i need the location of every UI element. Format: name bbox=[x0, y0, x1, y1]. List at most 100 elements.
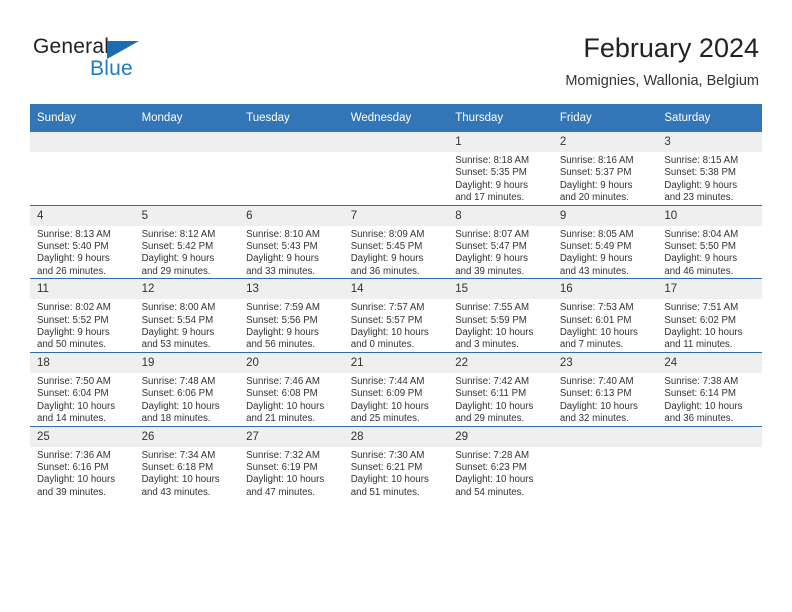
calendar-day-cell[interactable]: 15 Sunrise: 7:55 AM Sunset: 5:59 PM Dayligh… bbox=[448, 278, 553, 353]
sunrise-text: Sunrise: 8:13 AM bbox=[37, 228, 111, 240]
day-number bbox=[134, 132, 240, 152]
daylight-text: and 21 minutes. bbox=[246, 413, 316, 425]
calendar-week-row: 1 Sunrise: 8:18 AM Sunset: 5:35 PM Daylight… bbox=[30, 132, 762, 206]
calendar-day-cell[interactable]: 7 Sunrise: 8:09 AM Sunset: 5:45 PM Daylight… bbox=[343, 204, 449, 279]
sunrise-text: Sunrise: 8:09 AM bbox=[350, 228, 425, 240]
sun-info: Sunrise: 8:09 AM Sunset: 5:45 PM Daylight:… bbox=[344, 226, 449, 279]
sun-info: Sunrise: 7:44 AM Sunset: 6:09 PM Daylight:… bbox=[344, 373, 449, 426]
sunset-text: Sunset: 6:18 PM bbox=[141, 461, 214, 473]
sun-info: Sunrise: 8:05 AM Sunset: 5:49 PM Daylight:… bbox=[553, 226, 658, 279]
calendar-day-cell[interactable]: 16 Sunrise: 7:53 AM Sunset: 6:01 PM Dayligh… bbox=[552, 278, 658, 353]
sunrise-text: Sunrise: 8:05 AM bbox=[559, 228, 634, 240]
daylight-text: and 53 minutes. bbox=[141, 339, 211, 351]
weekday-header-tuesday: Tuesday bbox=[239, 104, 344, 132]
calendar-day-cell[interactable]: 8 Sunrise: 8:07 AM Sunset: 5:47 PM Daylight… bbox=[448, 204, 553, 279]
page-header: General Blue February 2024 Momignies, Wa… bbox=[0, 0, 792, 100]
calendar-day-cell[interactable]: 6 Sunrise: 8:10 AM Sunset: 5:43 PM Daylight… bbox=[239, 204, 344, 279]
daylight-text: and 25 minutes. bbox=[350, 413, 420, 425]
weekday-header-wednesday: Wednesday bbox=[343, 104, 449, 132]
daylight-text: and 20 minutes. bbox=[559, 192, 629, 204]
daylight-text: and 26 minutes. bbox=[37, 265, 106, 277]
calendar-day-cell[interactable]: 5 Sunrise: 8:12 AM Sunset: 5:42 PM Daylight… bbox=[134, 204, 240, 279]
sunset-text: Sunset: 5:47 PM bbox=[455, 241, 527, 253]
daylight-text: Daylight: 9 hours bbox=[455, 253, 528, 265]
sun-info: Sunrise: 8:07 AM Sunset: 5:47 PM Daylight:… bbox=[448, 226, 553, 279]
calendar-day-cell[interactable]: 25 Sunrise: 7:36 AM Sunset: 6:16 PM Dayligh… bbox=[30, 425, 135, 500]
daylight-text: Daylight: 9 hours bbox=[246, 327, 319, 339]
sunset-text: Sunset: 6:09 PM bbox=[350, 388, 423, 400]
calendar-day-cell[interactable]: 1 Sunrise: 8:18 AM Sunset: 5:35 PM Daylight… bbox=[448, 132, 553, 206]
weekday-header-row: Sunday Monday Tuesday Wednesday Thursday Frid… bbox=[30, 104, 762, 132]
daylight-text: Daylight: 10 hours bbox=[664, 400, 743, 412]
day-number: 18 bbox=[30, 352, 135, 373]
sun-info: Sunrise: 7:42 AM Sunset: 6:11 PM Daylight:… bbox=[448, 373, 553, 426]
daylight-text: and 11 minutes. bbox=[664, 339, 733, 351]
sunset-text: Sunset: 6:19 PM bbox=[246, 461, 318, 473]
calendar-day-cell[interactable]: 21 Sunrise: 7:44 AM Sunset: 6:09 PM Dayligh… bbox=[343, 351, 449, 426]
calendar-day-cell[interactable]: 2 Sunrise: 8:16 AM Sunset: 5:37 PM Daylight… bbox=[552, 132, 658, 206]
calendar-day-cell[interactable]: 18 Sunrise: 7:50 AM Sunset: 6:04 PM Dayligh… bbox=[30, 351, 135, 426]
weekday-header-sunday: Sunday bbox=[30, 104, 135, 132]
calendar-day-cell-empty bbox=[657, 425, 762, 500]
daylight-text: and 39 minutes. bbox=[455, 265, 525, 277]
sunrise-text: Sunrise: 7:28 AM bbox=[455, 449, 530, 461]
day-number: 11 bbox=[30, 279, 135, 300]
day-number: 15 bbox=[448, 279, 553, 300]
calendar-table: Sunday Monday Tuesday Wednesday Thursday Frid… bbox=[30, 104, 762, 500]
daylight-text: and 14 minutes. bbox=[37, 413, 106, 425]
daylight-text: and 46 minutes. bbox=[664, 265, 734, 277]
calendar-day-cell[interactable]: 11 Sunrise: 8:02 AM Sunset: 5:52 PM Dayligh… bbox=[30, 278, 135, 353]
daylight-text: and 32 minutes. bbox=[559, 413, 629, 425]
calendar-day-cell[interactable]: 23 Sunrise: 7:40 AM Sunset: 6:13 PM Dayligh… bbox=[552, 351, 658, 426]
calendar-day-cell[interactable]: 22 Sunrise: 7:42 AM Sunset: 6:11 PM Dayligh… bbox=[448, 351, 553, 426]
daylight-text: and 29 minutes. bbox=[455, 413, 525, 425]
sunset-text: Sunset: 5:40 PM bbox=[37, 241, 109, 253]
daylight-text: Daylight: 10 hours bbox=[350, 400, 429, 412]
page-title: February 2024 bbox=[583, 33, 759, 63]
calendar-day-cell[interactable]: 24 Sunrise: 7:38 AM Sunset: 6:14 PM Dayligh… bbox=[657, 351, 762, 426]
day-number: 9 bbox=[552, 205, 658, 226]
sun-info: Sunrise: 7:32 AM Sunset: 6:19 PM Daylight:… bbox=[239, 447, 344, 500]
calendar-day-cell[interactable]: 9 Sunrise: 8:05 AM Sunset: 5:49 PM Daylight… bbox=[552, 204, 658, 279]
sun-info: Sunrise: 7:59 AM Sunset: 5:56 PM Daylight:… bbox=[239, 299, 344, 352]
calendar-day-cell[interactable]: 19 Sunrise: 7:48 AM Sunset: 6:06 PM Dayligh… bbox=[134, 351, 240, 426]
calendar-day-cell[interactable]: 27 Sunrise: 7:32 AM Sunset: 6:19 PM Dayligh… bbox=[239, 425, 344, 500]
weekday-header-saturday: Saturday bbox=[657, 104, 762, 132]
calendar-day-cell[interactable]: 17 Sunrise: 7:51 AM Sunset: 6:02 PM Dayligh… bbox=[657, 278, 762, 353]
sun-info: Sunrise: 7:48 AM Sunset: 6:06 PM Daylight:… bbox=[135, 373, 240, 426]
calendar-day-cell[interactable]: 3 Sunrise: 8:15 AM Sunset: 5:38 PM Daylight… bbox=[657, 132, 762, 206]
day-number: 2 bbox=[552, 132, 658, 152]
sunrise-text: Sunrise: 7:46 AM bbox=[246, 375, 320, 387]
daylight-text: and 0 minutes. bbox=[350, 339, 415, 351]
sunrise-text: Sunrise: 7:44 AM bbox=[350, 375, 425, 387]
daylight-text: Daylight: 10 hours bbox=[246, 400, 325, 412]
calendar-day-cell[interactable]: 26 Sunrise: 7:34 AM Sunset: 6:18 PM Dayligh… bbox=[134, 425, 240, 500]
sunrise-text: Sunrise: 8:15 AM bbox=[664, 155, 739, 166]
calendar-day-cell[interactable]: 13 Sunrise: 7:59 AM Sunset: 5:56 PM Dayligh… bbox=[239, 278, 344, 353]
sunset-text: Sunset: 6:14 PM bbox=[664, 388, 736, 400]
day-number: 16 bbox=[552, 279, 658, 300]
sunrise-text: Sunrise: 7:57 AM bbox=[350, 302, 425, 314]
day-number: 29 bbox=[448, 426, 553, 447]
daylight-text: and 36 minutes. bbox=[664, 413, 734, 425]
sunrise-text: Sunrise: 7:51 AM bbox=[664, 302, 739, 314]
calendar-week-row: 18 Sunrise: 7:50 AM Sunset: 6:04 PM Dayligh… bbox=[30, 351, 762, 426]
sunset-text: Sunset: 6:04 PM bbox=[37, 388, 109, 400]
calendar-day-cell[interactable]: 12 Sunrise: 8:00 AM Sunset: 5:54 PM Dayligh… bbox=[134, 278, 240, 353]
daylight-text: Daylight: 9 hours bbox=[141, 253, 215, 265]
calendar-day-cell[interactable]: 29 Sunrise: 7:28 AM Sunset: 6:23 PM Dayligh… bbox=[448, 425, 553, 500]
calendar-day-cell[interactable]: 14 Sunrise: 7:57 AM Sunset: 5:57 PM Dayligh… bbox=[343, 278, 449, 353]
calendar-header-row: Sunday Monday Tuesday Wednesday Thursday Frid… bbox=[30, 104, 762, 132]
sunset-text: Sunset: 6:02 PM bbox=[664, 314, 736, 326]
calendar-day-cell[interactable]: 4 Sunrise: 8:13 AM Sunset: 5:40 PM Daylight… bbox=[30, 204, 135, 279]
day-number: 27 bbox=[239, 426, 344, 447]
daylight-text: and 7 minutes. bbox=[559, 339, 624, 351]
day-number: 17 bbox=[657, 279, 762, 300]
day-number: 26 bbox=[134, 426, 240, 447]
sunrise-text: Sunrise: 7:50 AM bbox=[37, 375, 111, 387]
sunrise-text: Sunrise: 7:59 AM bbox=[246, 302, 320, 314]
calendar-day-cell[interactable]: 10 Sunrise: 8:04 AM Sunset: 5:50 PM Dayligh… bbox=[657, 204, 762, 279]
calendar-day-cell[interactable]: 20 Sunrise: 7:46 AM Sunset: 6:08 PM Dayligh… bbox=[239, 351, 344, 426]
calendar-day-cell[interactable]: 28 Sunrise: 7:30 AM Sunset: 6:21 PM Dayligh… bbox=[343, 425, 449, 500]
sunrise-text: Sunrise: 7:36 AM bbox=[37, 449, 111, 461]
